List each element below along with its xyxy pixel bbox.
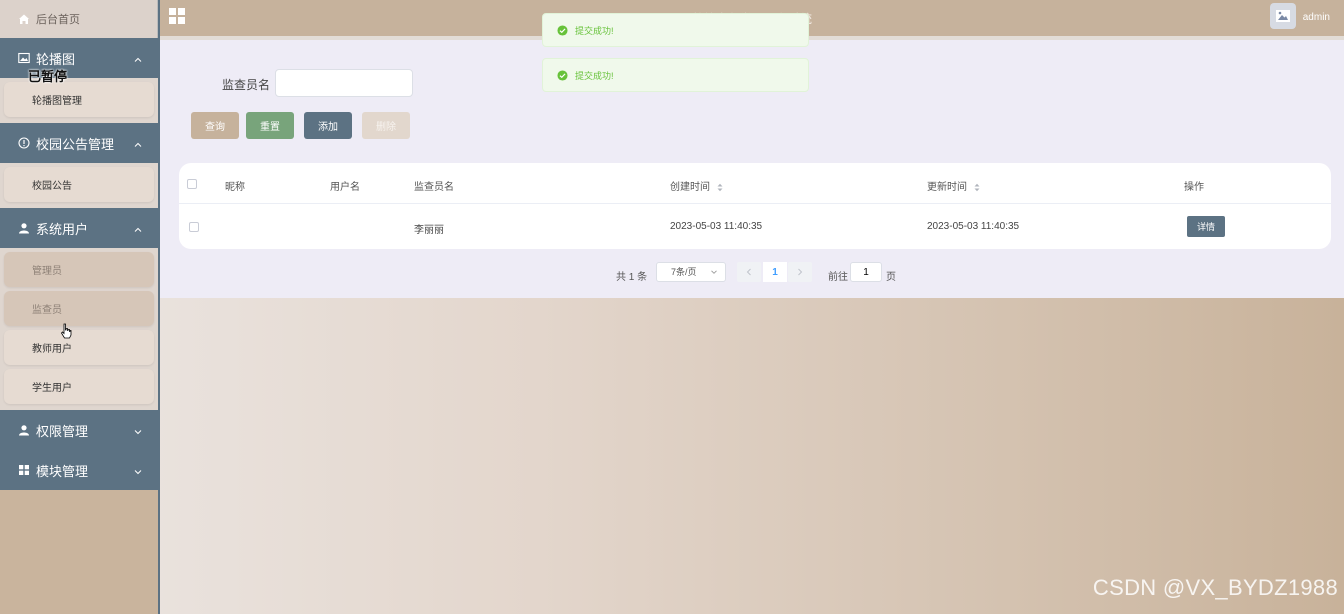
column-header-action: 操作 bbox=[1184, 182, 1204, 193]
column-header-label: 更新时间 bbox=[927, 182, 967, 193]
grid-icon bbox=[18, 464, 30, 476]
sidebar-item-home[interactable]: 后台首页 bbox=[0, 0, 158, 38]
detail-button[interactable]: 详情 bbox=[1187, 216, 1225, 237]
sidebar-item-notice[interactable]: 校园公告 bbox=[4, 167, 154, 202]
sidebar-item-teacher[interactable]: 教师用户 bbox=[4, 330, 154, 365]
column-header-nickname: 昵称 bbox=[225, 182, 245, 193]
page-suffix: 页 bbox=[886, 272, 896, 283]
sub-list-users: 管理员 监查员 教师用户 学生用户 bbox=[0, 248, 158, 410]
user-icon bbox=[18, 424, 30, 436]
menu-head-label: 轮播图 bbox=[36, 51, 76, 67]
menu-head-module[interactable]: 模块管理 bbox=[0, 450, 158, 490]
pagination-total: 共 1 条 bbox=[616, 272, 648, 283]
success-toast: 提交成功! bbox=[542, 13, 809, 47]
column-header-created[interactable]: 创建时间 bbox=[670, 178, 723, 193]
info-circle-icon bbox=[18, 137, 30, 149]
chevron-down-icon bbox=[711, 270, 717, 274]
column-header-username: 用户名 bbox=[330, 182, 360, 193]
sidebar: 后台首页 轮播图 轮播图管理 校园公告管理 校园公告 系统用户 管理员 监查员 … bbox=[0, 0, 160, 614]
sub-list-carousel: 轮播图管理 bbox=[0, 78, 158, 123]
chevron-up-icon bbox=[134, 222, 142, 232]
row-checkbox[interactable] bbox=[189, 222, 199, 232]
chevron-down-icon bbox=[134, 424, 142, 435]
menu-head-users[interactable]: 系统用户 bbox=[0, 208, 158, 248]
select-all-checkbox[interactable] bbox=[187, 179, 197, 189]
menu-group-permission: 权限管理 bbox=[0, 410, 158, 450]
menu-head-label: 校园公告管理 bbox=[36, 136, 115, 152]
delete-button[interactable]: 删除 bbox=[362, 112, 410, 139]
column-header-label: 创建时间 bbox=[670, 182, 710, 193]
table-header: 昵称 用户名 监查员名 创建时间 更新时间 操作 bbox=[179, 163, 1331, 204]
sidebar-item-label: 学生用户 bbox=[32, 383, 72, 394]
add-button[interactable]: 添加 bbox=[304, 112, 352, 139]
paused-overlay: 已暂停 bbox=[28, 69, 68, 84]
cell-inspector: 李丽丽 bbox=[414, 225, 444, 236]
avatar[interactable] bbox=[1270, 3, 1296, 29]
toast-message: 提交成功! bbox=[575, 25, 614, 36]
image-icon bbox=[1276, 10, 1290, 22]
sort-icon[interactable] bbox=[974, 183, 980, 192]
page-size-select[interactable]: 7条/页 bbox=[656, 262, 726, 282]
menu-head-label: 模块管理 bbox=[36, 463, 89, 479]
watermark: CSDN @VX_BYDZ1988 bbox=[1092, 575, 1338, 600]
inspector-name-input[interactable] bbox=[275, 69, 413, 97]
chevron-right-icon bbox=[798, 268, 803, 276]
chevron-left-icon bbox=[746, 268, 751, 276]
chevron-up-icon bbox=[134, 137, 142, 147]
query-button[interactable]: 查询 bbox=[191, 112, 239, 139]
sidebar-item-student[interactable]: 学生用户 bbox=[4, 369, 154, 404]
menu-head-notice[interactable]: 校园公告管理 bbox=[0, 123, 158, 163]
search-label: 监查员名 bbox=[222, 78, 271, 92]
menu-group-users: 系统用户 管理员 监查员 教师用户 学生用户 bbox=[0, 208, 158, 410]
next-page-button[interactable] bbox=[788, 262, 812, 282]
page-size-value: 7条/页 bbox=[671, 267, 697, 277]
reset-button[interactable]: 重置 bbox=[246, 112, 294, 139]
sidebar-item-carousel-manage[interactable]: 轮播图管理 bbox=[4, 82, 154, 117]
sub-list-notice: 校园公告 bbox=[0, 163, 158, 208]
column-header-inspector: 监查员名 bbox=[414, 182, 454, 193]
cell-updated: 2023-05-03 11:40:35 bbox=[927, 221, 1020, 232]
hand-cursor-icon bbox=[60, 323, 72, 339]
sidebar-item-label: 校园公告 bbox=[32, 181, 72, 192]
sort-icon[interactable] bbox=[717, 183, 723, 192]
home-icon bbox=[18, 13, 30, 25]
current-page-number[interactable]: 1 bbox=[763, 262, 787, 282]
data-table: 昵称 用户名 监查员名 创建时间 更新时间 操作 李丽丽 2023-05-03 … bbox=[179, 163, 1331, 249]
sidebar-item-label: 管理员 bbox=[32, 266, 62, 277]
menu-group-notice: 校园公告管理 校园公告 bbox=[0, 123, 158, 208]
sidebar-item-label: 教师用户 bbox=[32, 344, 72, 355]
prev-page-button[interactable] bbox=[737, 262, 761, 282]
pagination: 共 1 条 7条/页 1 前往 页 bbox=[160, 262, 1344, 284]
column-header-updated[interactable]: 更新时间 bbox=[927, 178, 980, 193]
sidebar-item-inspector[interactable]: 监查员 bbox=[4, 291, 154, 326]
menu-head-label: 权限管理 bbox=[36, 423, 89, 439]
success-toast: 提交成功! bbox=[542, 58, 809, 92]
menu-head-permission[interactable]: 权限管理 bbox=[0, 410, 158, 450]
cell-created: 2023-05-03 11:40:35 bbox=[670, 221, 763, 232]
menu-group-carousel: 轮播图 轮播图管理 bbox=[0, 38, 158, 123]
user-name[interactable]: admin bbox=[1303, 12, 1330, 23]
sidebar-item-label: 后台首页 bbox=[36, 14, 80, 26]
chevron-up-icon bbox=[134, 52, 142, 62]
menu-group-module: 模块管理 bbox=[0, 450, 158, 490]
sidebar-item-label: 监查员 bbox=[32, 305, 62, 316]
sidebar-item-admin[interactable]: 管理员 bbox=[4, 252, 154, 287]
goto-page-input[interactable] bbox=[850, 262, 882, 282]
check-circle-icon bbox=[557, 69, 568, 81]
goto-label: 前往 bbox=[828, 272, 848, 283]
menu-head-label: 系统用户 bbox=[36, 221, 89, 237]
user-icon bbox=[18, 222, 30, 234]
check-circle-icon bbox=[557, 24, 568, 36]
image-icon bbox=[18, 52, 30, 64]
chevron-down-icon bbox=[134, 464, 142, 475]
sidebar-item-label: 轮播图管理 bbox=[32, 96, 82, 107]
menu-head-carousel[interactable]: 轮播图 bbox=[0, 38, 158, 78]
toast-message: 提交成功! bbox=[575, 70, 614, 81]
